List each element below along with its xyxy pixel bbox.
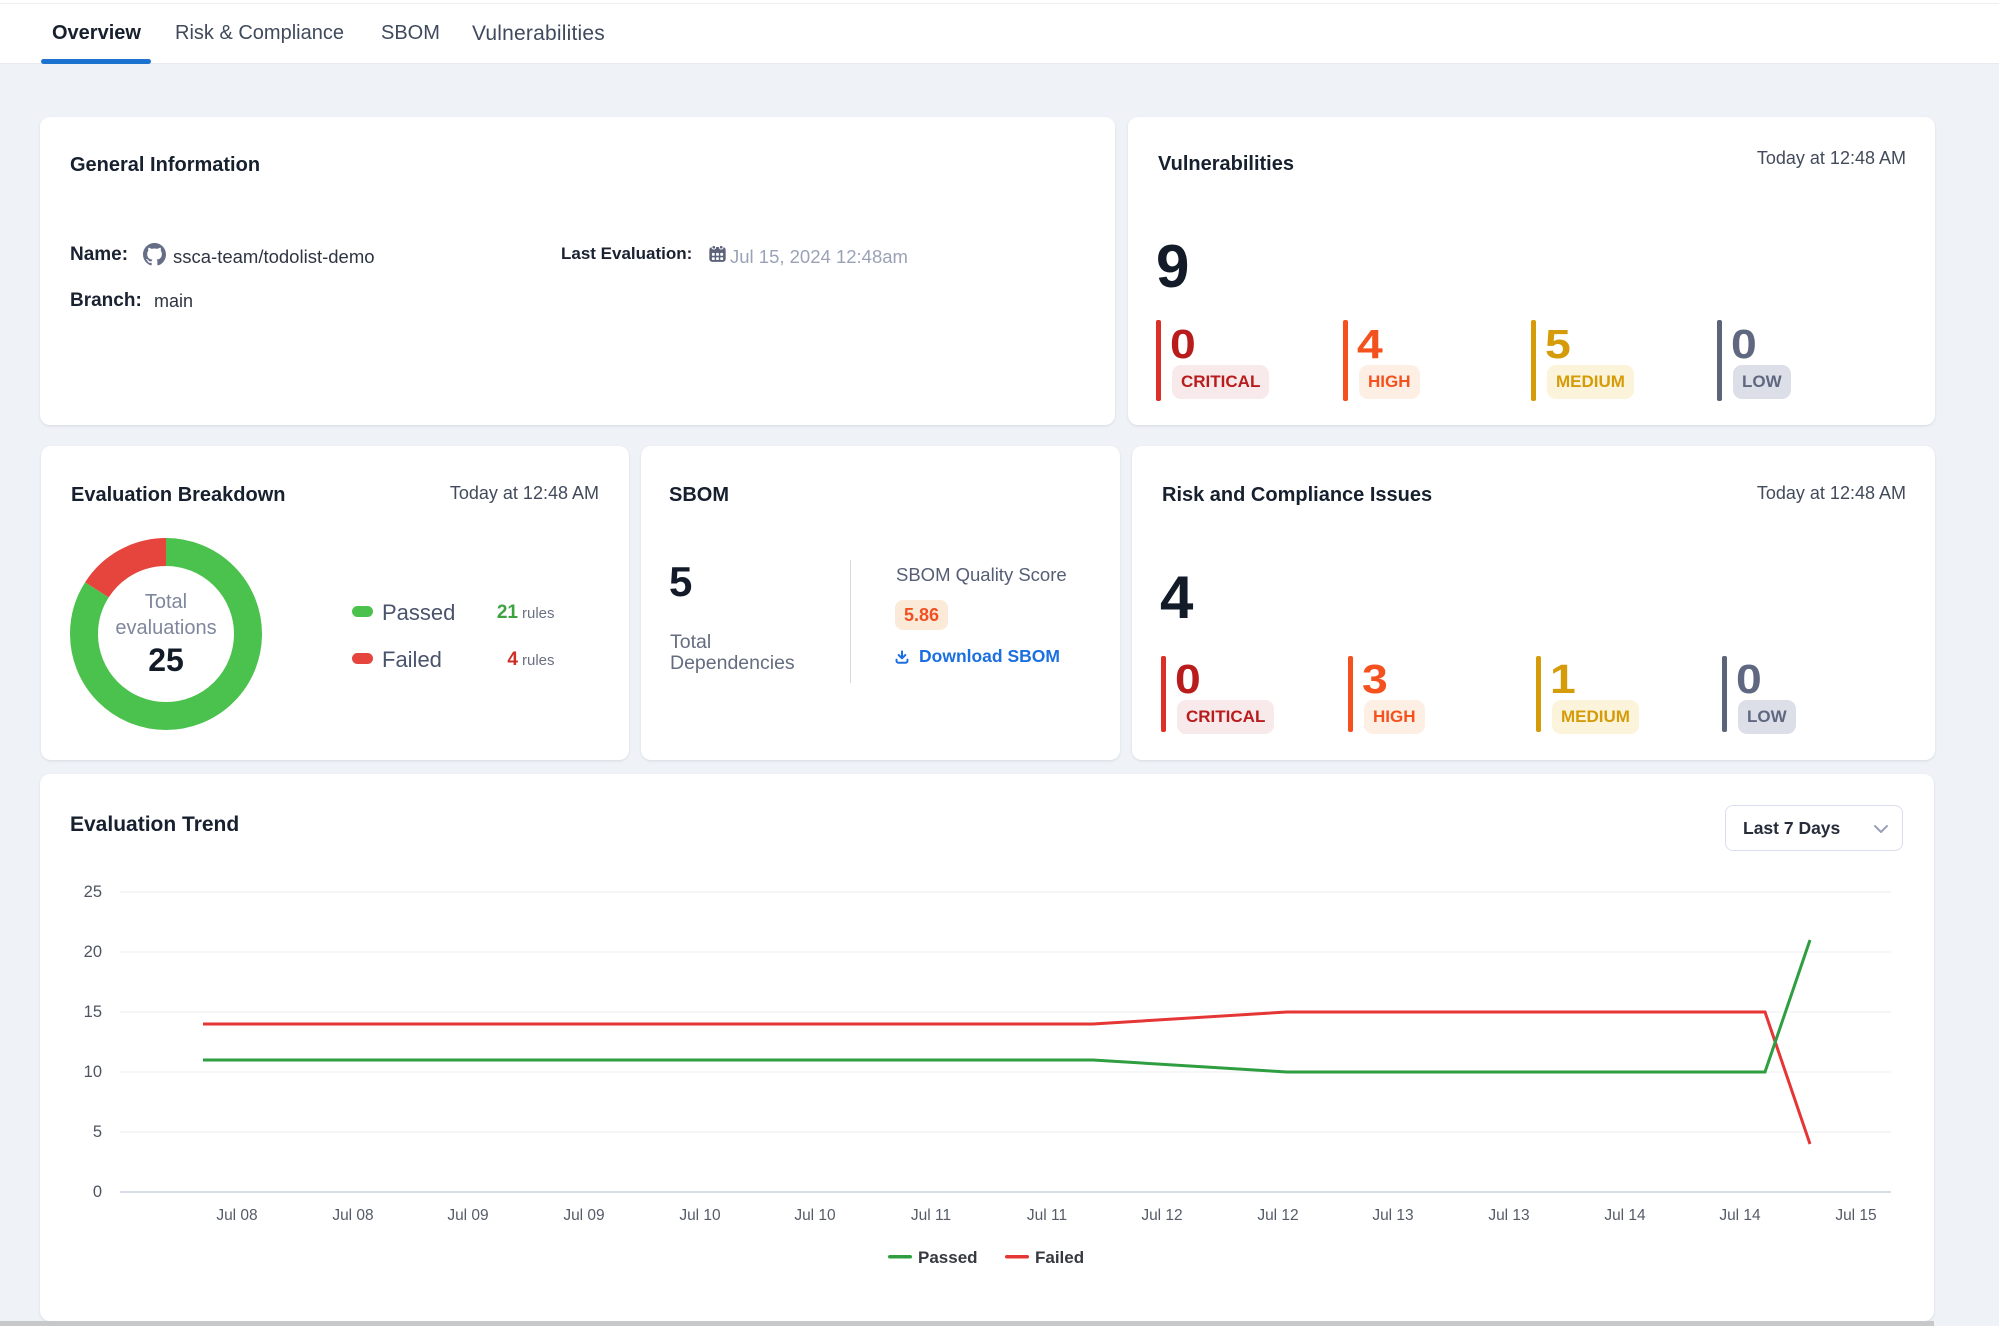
svg-text:25: 25 — [84, 883, 102, 901]
svg-text:Jul 10: Jul 10 — [679, 1207, 721, 1224]
svg-text:Jul 11: Jul 11 — [1027, 1207, 1067, 1224]
svg-text:20: 20 — [84, 943, 102, 961]
svg-text:Jul 15: Jul 15 — [1835, 1207, 1876, 1224]
svg-text:15: 15 — [84, 1003, 102, 1021]
svg-text:Jul 13: Jul 13 — [1488, 1207, 1529, 1224]
svg-text:Jul 12: Jul 12 — [1141, 1207, 1182, 1224]
svg-text:Jul 08: Jul 08 — [216, 1207, 257, 1224]
svg-text:Jul 08: Jul 08 — [332, 1207, 373, 1224]
svg-text:5: 5 — [93, 1123, 102, 1141]
svg-text:Failed: Failed — [1035, 1248, 1084, 1267]
svg-text:0: 0 — [93, 1183, 102, 1201]
svg-text:Jul 11: Jul 11 — [911, 1207, 951, 1224]
svg-text:Passed: Passed — [918, 1248, 978, 1267]
svg-text:Jul 09: Jul 09 — [447, 1207, 488, 1224]
svg-text:Jul 09: Jul 09 — [563, 1207, 604, 1224]
svg-text:Jul 14: Jul 14 — [1604, 1207, 1646, 1224]
svg-text:Jul 10: Jul 10 — [794, 1207, 836, 1224]
svg-text:Jul 12: Jul 12 — [1257, 1207, 1298, 1224]
svg-text:Jul 14: Jul 14 — [1719, 1207, 1761, 1224]
svg-text:10: 10 — [84, 1063, 102, 1081]
svg-text:Jul 13: Jul 13 — [1372, 1207, 1413, 1224]
